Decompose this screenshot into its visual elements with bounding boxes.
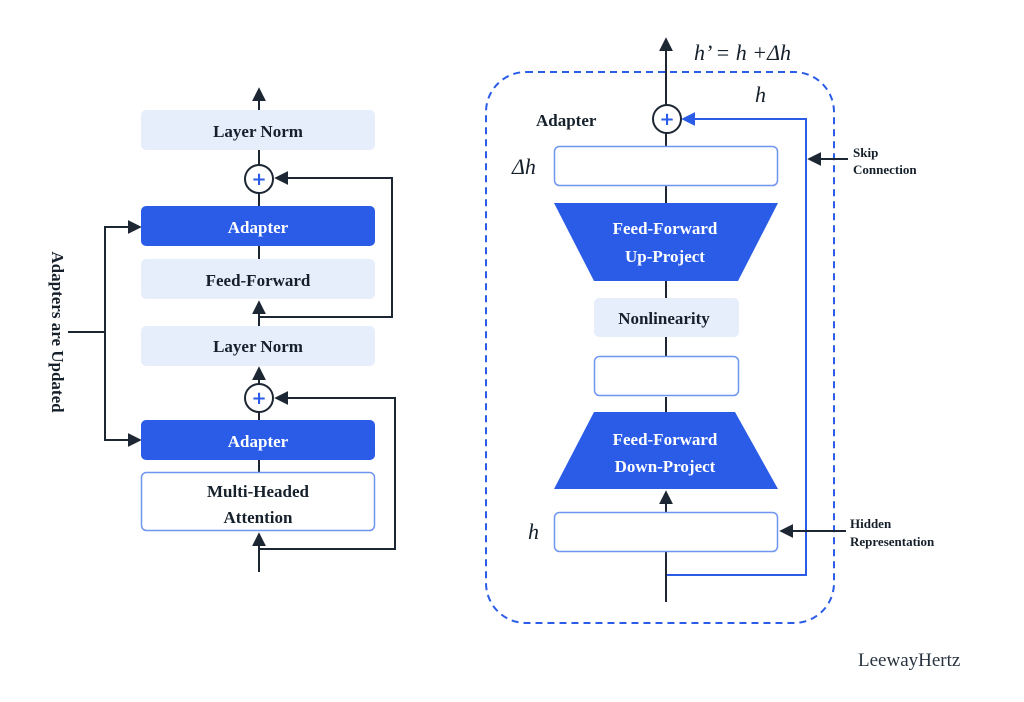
- adapter-top-label: Adapter: [228, 218, 289, 237]
- down-project-label-line2: Down-Project: [615, 457, 716, 476]
- attention-label-line1: Multi-Headed: [207, 482, 310, 501]
- up-project-label-line1: Feed-Forward: [613, 219, 718, 238]
- adapters-updated-label: Adapters are Updated: [48, 251, 67, 413]
- hidden-rep-label-line2: Representation: [850, 534, 935, 549]
- down-project-label-line1: Feed-Forward: [613, 430, 718, 449]
- bottleneck-box: [593, 355, 740, 397]
- plus-icon: +: [251, 388, 266, 409]
- attention-label-line2: Attention: [224, 508, 293, 527]
- adapter-diagram: Adapters are Updated Layer Norm + Adapte…: [48, 37, 960, 671]
- layer-norm-top-label: Layer Norm: [213, 122, 303, 141]
- hidden-rep-label-line1: Hidden: [850, 516, 892, 531]
- skip-connection-label-line2: Connection: [853, 162, 917, 177]
- feed-forward-label: Feed-Forward: [206, 271, 311, 290]
- transformer-block: Adapters are Updated Layer Norm + Adapte…: [48, 87, 396, 572]
- nonlinearity-label: Nonlinearity: [618, 309, 710, 328]
- adapter-detail: h’ = h +Δh h Adapter + Δh Feed-Forward U…: [485, 37, 935, 624]
- adapter-bottom-label: Adapter: [228, 432, 289, 451]
- skip-connection-label-line1: Skip: [853, 145, 878, 160]
- input-h-label: h: [528, 519, 539, 544]
- delta-h-label: Δh: [511, 154, 536, 179]
- layer-norm-mid-label: Layer Norm: [213, 337, 303, 356]
- plus-icon: +: [659, 109, 674, 130]
- up-project-label-line2: Up-Project: [625, 247, 705, 266]
- plus-icon: +: [251, 169, 266, 190]
- adapter-title: Adapter: [536, 111, 597, 130]
- down-project-trapezoid: [554, 412, 778, 489]
- delta-h-box: [553, 145, 779, 187]
- up-project-trapezoid: [554, 203, 778, 281]
- skip-h-label: h: [755, 82, 766, 107]
- hidden-rep-box: [553, 511, 779, 553]
- brand-logo: LeewayHertz: [858, 650, 960, 671]
- skip-connection-line: [667, 112, 807, 576]
- adapters-bracket: [104, 220, 142, 447]
- output-equation: h’ = h +Δh: [694, 40, 791, 65]
